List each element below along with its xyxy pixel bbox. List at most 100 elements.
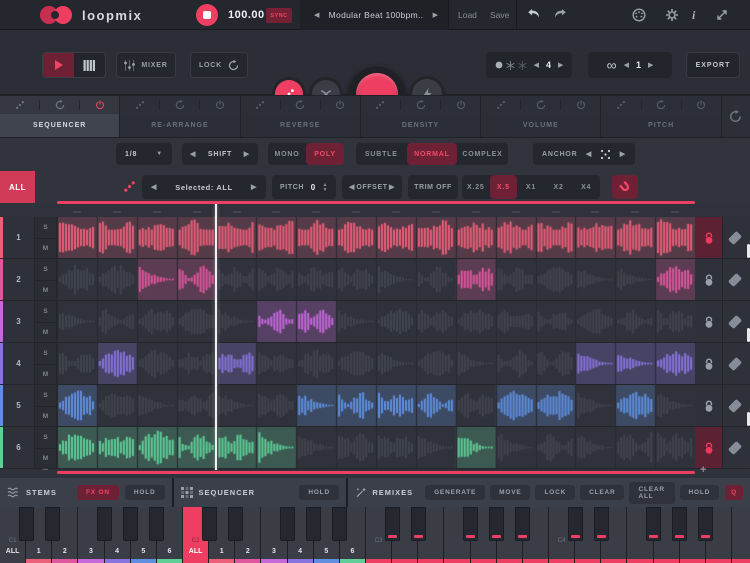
grid-cell[interactable]: [456, 385, 496, 426]
midi-icon[interactable]: [632, 8, 646, 22]
black-key[interactable]: [149, 507, 164, 541]
tab-volume[interactable]: VOLUME: [481, 96, 601, 137]
pitch-value[interactable]: 0: [311, 183, 316, 192]
grid-cell[interactable]: [217, 427, 257, 468]
grid-cell[interactable]: [256, 259, 296, 300]
grid-cell[interactable]: [456, 259, 496, 300]
grid-cell[interactable]: [256, 385, 296, 426]
track-lock-button[interactable]: [695, 385, 723, 426]
grid-cell[interactable]: [376, 343, 416, 384]
black-key[interactable]: [568, 507, 583, 541]
grid-cell[interactable]: [456, 217, 496, 258]
black-key[interactable]: [97, 507, 112, 541]
solo-button[interactable]: S: [35, 217, 56, 238]
grid-cell[interactable]: [177, 343, 217, 384]
tab-dice-icon[interactable]: [120, 100, 159, 110]
grid-cell[interactable]: [296, 259, 336, 300]
export-button[interactable]: EXPORT: [686, 52, 740, 78]
tab-label[interactable]: PITCH: [601, 114, 720, 137]
grid-cell[interactable]: [57, 427, 97, 468]
track-erase-button[interactable]: [723, 217, 747, 258]
tab-dice-icon[interactable]: [361, 100, 400, 110]
grid-cell[interactable]: [336, 427, 376, 468]
grid-cell[interactable]: [496, 217, 536, 258]
tab-power-icon[interactable]: [441, 100, 480, 110]
tab-power-icon[interactable]: [561, 100, 600, 110]
grid-cell[interactable]: [416, 259, 456, 300]
complexity-complex[interactable]: COMPLEX: [457, 143, 508, 165]
grid-cell[interactable]: [575, 343, 615, 384]
grid-cell[interactable]: [575, 301, 615, 342]
track-erase-button[interactable]: [723, 259, 747, 300]
tab-refresh-icon[interactable]: [642, 100, 681, 110]
grid-cell[interactable]: [97, 259, 137, 300]
black-key[interactable]: [698, 507, 713, 541]
preset-prev-icon[interactable]: ◀: [300, 11, 319, 19]
remix-record-button[interactable]: Q: [725, 485, 743, 500]
track-erase-button[interactable]: [723, 427, 747, 468]
preset-next-icon[interactable]: ▶: [433, 11, 448, 19]
track-erase-button[interactable]: [723, 343, 747, 384]
grid-cell[interactable]: [296, 301, 336, 342]
grid-cell[interactable]: [575, 217, 615, 258]
zoom-out-button[interactable]: −: [42, 464, 48, 476]
grid-cell[interactable]: [97, 301, 137, 342]
grid-cell[interactable]: [57, 259, 97, 300]
grid-cell[interactable]: [655, 343, 695, 384]
track-number[interactable]: 2: [3, 259, 35, 300]
rate-dropdown[interactable]: 1/8 ▼: [116, 143, 172, 165]
black-key[interactable]: [19, 507, 34, 541]
grid-cell[interactable]: [575, 427, 615, 468]
grid-cell[interactable]: [217, 301, 257, 342]
grid-cell[interactable]: [416, 343, 456, 384]
grid-cell[interactable]: [296, 343, 336, 384]
grid-cell[interactable]: [256, 301, 296, 342]
remix-clear-button[interactable]: CLEAR: [580, 485, 624, 500]
black-key[interactable]: [411, 507, 426, 541]
tab-dice-icon[interactable]: [601, 100, 640, 110]
grid-cell[interactable]: [217, 217, 257, 258]
tab-refresh-icon[interactable]: [401, 100, 440, 110]
resize-icon[interactable]: [715, 8, 729, 22]
lock-button[interactable]: LOCK: [190, 52, 248, 78]
anchor-pattern-icon[interactable]: [600, 149, 611, 160]
anchor-right-icon[interactable]: ▶: [620, 150, 626, 158]
grid-cell[interactable]: [655, 217, 695, 258]
solo-button[interactable]: S: [35, 259, 56, 280]
track-erase-button[interactable]: [723, 385, 747, 426]
black-key[interactable]: [228, 507, 243, 541]
grid-cell[interactable]: [456, 427, 496, 468]
fx-on-button[interactable]: FX ON: [77, 485, 119, 500]
loop-value[interactable]: 1: [636, 60, 641, 70]
speed-x25[interactable]: X.25: [462, 175, 490, 199]
black-key[interactable]: [463, 507, 478, 541]
stop-button[interactable]: [196, 4, 218, 26]
grid-cell[interactable]: [336, 259, 376, 300]
black-key[interactable]: [594, 507, 609, 541]
offset-left-icon[interactable]: ◀: [349, 183, 355, 191]
black-key[interactable]: [123, 507, 138, 541]
play-button[interactable]: [43, 53, 74, 77]
grid-cell[interactable]: [655, 427, 695, 468]
speed-x4[interactable]: X4: [572, 175, 600, 199]
grid-cell[interactable]: [615, 343, 655, 384]
redo-icon[interactable]: [553, 8, 567, 22]
preset-name[interactable]: Modular Beat 100bpm..: [319, 10, 432, 20]
tab-power-icon[interactable]: [200, 100, 239, 110]
track-lock-button[interactable]: [695, 301, 723, 342]
grid-cell[interactable]: [256, 217, 296, 258]
grid-cell[interactable]: [416, 217, 456, 258]
grid-cell[interactable]: [416, 301, 456, 342]
tab-label[interactable]: SEQUENCER: [0, 114, 119, 137]
tab-refresh-icon[interactable]: [521, 100, 560, 110]
settings-gear-icon[interactable]: [665, 8, 679, 22]
grid-cell[interactable]: [336, 343, 376, 384]
grid-cell[interactable]: [615, 259, 655, 300]
grid-cell[interactable]: [376, 427, 416, 468]
tab-dice-icon[interactable]: [241, 100, 280, 110]
tab-label[interactable]: RE-ARRANGE: [120, 114, 239, 137]
grid-cell[interactable]: [655, 259, 695, 300]
selected-prev-icon[interactable]: ◀: [151, 183, 157, 191]
track-lock-button[interactable]: [695, 217, 723, 258]
black-key[interactable]: [672, 507, 687, 541]
